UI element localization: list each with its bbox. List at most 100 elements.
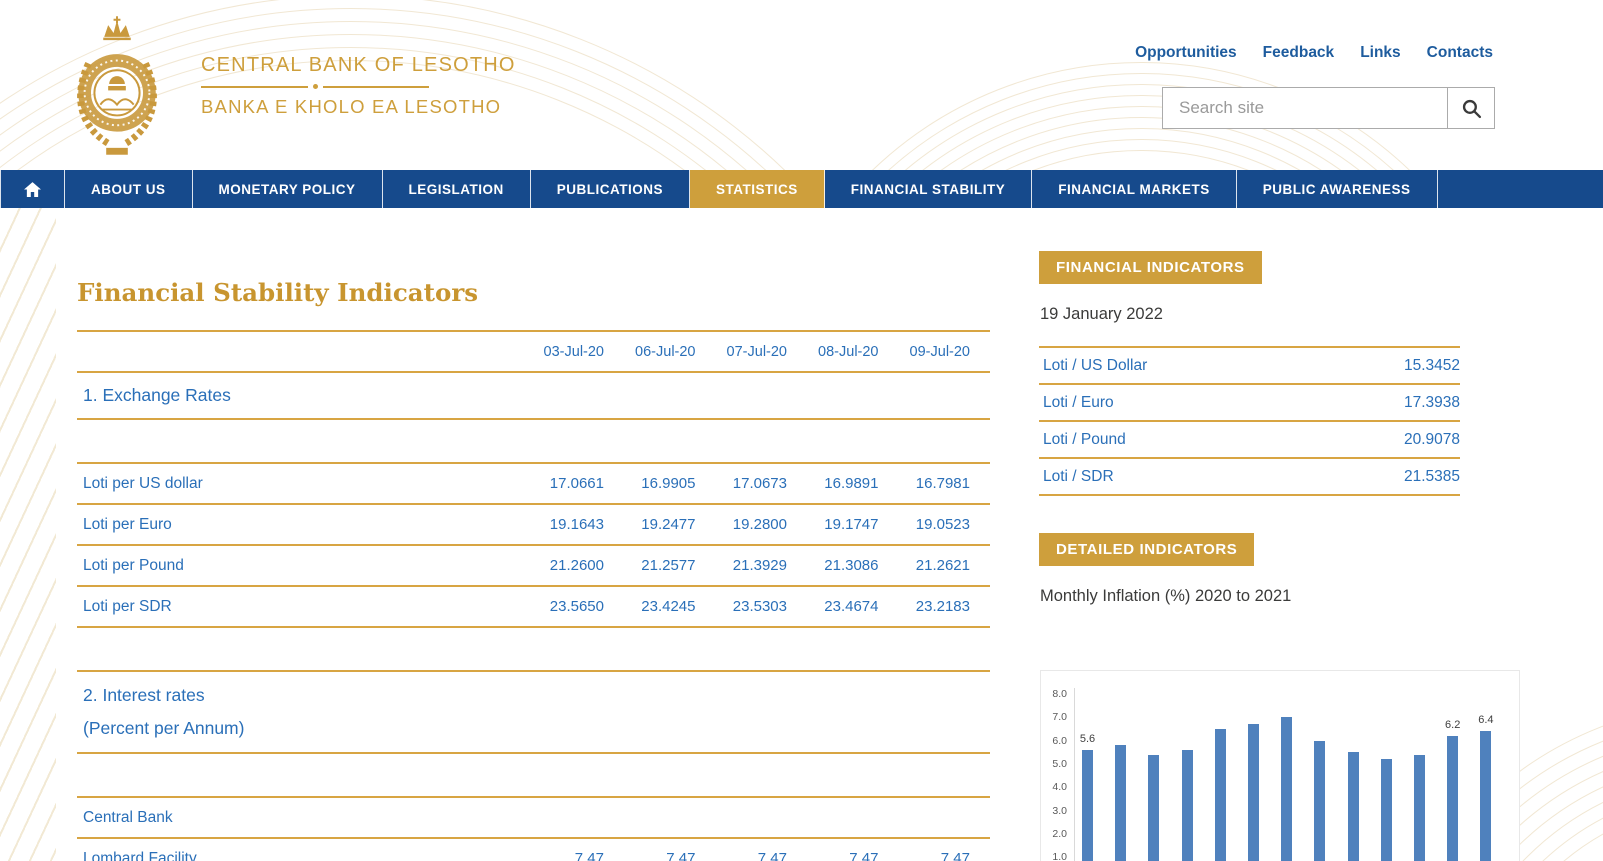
quick-link-feedback[interactable]: Feedback [1263, 44, 1335, 62]
section-heading: (Percent per Annum) [77, 712, 990, 745]
brand-wordmark: CENTRAL BANK OF LESOTHO BANKA E KHOLO EA… [201, 54, 516, 118]
financial-stability-table: 03-Jul-2006-Jul-2007-Jul-2008-Jul-2009-J… [77, 330, 990, 861]
inflation-bar [1281, 717, 1292, 861]
cell-value: 16.7981 [879, 475, 971, 492]
chart-title: Monthly Inflation (%) 2020 to 2021 [1040, 587, 1291, 606]
cell-value: 19.1747 [787, 516, 879, 533]
cell-value: 7.47 [696, 850, 788, 861]
cell-value: 19.2477 [604, 516, 696, 533]
inflation-bar [1215, 729, 1226, 861]
quick-link-links[interactable]: Links [1360, 44, 1400, 62]
cell-value: 23.4674 [787, 598, 879, 615]
row-label: Lombard Facility [77, 850, 513, 861]
nav-item-public-awareness[interactable]: PUBLIC AWARENESS [1237, 170, 1438, 208]
inflation-bar [1082, 750, 1093, 861]
cell-value: 19.0523 [879, 516, 971, 533]
rate-value: 17.3938 [1404, 394, 1460, 412]
nav-item-publications[interactable]: PUBLICATIONS [531, 170, 690, 208]
cell-value: 19.2800 [696, 516, 788, 533]
table-row-head: 03-Jul-2006-Jul-2007-Jul-2008-Jul-2009-J… [77, 330, 990, 371]
cell-value: 17.0661 [513, 475, 605, 492]
table-row-section: 1. Exchange Rates [77, 371, 990, 418]
cell-value: 23.4245 [604, 598, 696, 615]
cell-value: 17.0673 [696, 475, 788, 492]
cell-value: 23.5650 [513, 598, 605, 615]
rate-link[interactable]: Loti / US Dollar [1039, 357, 1404, 375]
inflation-bar [1148, 755, 1159, 861]
y-tick-label: 7.0 [1041, 711, 1067, 723]
cell-value: 21.3086 [787, 557, 879, 574]
y-tick-label: 5.0 [1041, 758, 1067, 770]
page-title: Financial Stability Indicators [77, 278, 478, 307]
bank-logo[interactable]: CENTRAL BANK OF LESOTHO BANKA E KHOLO EA… [63, 12, 516, 160]
search-box [1162, 87, 1495, 129]
subsection-label: Central Bank [77, 809, 990, 827]
row-label: Loti per Pound [77, 557, 513, 575]
main-nav: ABOUT USMONETARY POLICYLEGISLATIONPUBLIC… [0, 170, 1603, 208]
bank-emblem [63, 12, 171, 160]
nav-item-financial-stability[interactable]: FINANCIAL STABILITY [825, 170, 1033, 208]
bar-value-label: 5.6 [1080, 733, 1095, 745]
cell-value: 16.9905 [604, 475, 696, 492]
rate-link[interactable]: Loti / SDR [1039, 468, 1404, 486]
rate-row-loti-us-dollar: Loti / US Dollar15.3452 [1039, 346, 1460, 383]
nav-item-legislation[interactable]: LEGISLATION [383, 170, 531, 208]
table-row-section2: 2. Interest rates(Percent per Annum) [77, 670, 990, 752]
inflation-bar [1182, 750, 1193, 861]
cell-value: 21.2577 [604, 557, 696, 574]
cell-value: 19.1643 [513, 516, 605, 533]
table-row-blank [77, 752, 990, 796]
inflation-bar [1414, 755, 1425, 861]
rate-row-loti-sdr: Loti / SDR21.5385 [1039, 457, 1460, 496]
nav-item-home[interactable] [0, 170, 65, 208]
date-column-header: 07-Jul-20 [696, 344, 788, 360]
bar-value-label: 6.2 [1445, 719, 1460, 731]
y-tick-label: 8.0 [1041, 688, 1067, 700]
detailed-indicators-heading: DETAILED INDICATORS [1039, 533, 1254, 566]
rate-value: 21.5385 [1404, 468, 1460, 486]
rate-link[interactable]: Loti / Euro [1039, 394, 1404, 412]
quick-link-opportunities[interactable]: Opportunities [1135, 44, 1237, 62]
cell-value: 21.2621 [879, 557, 971, 574]
table-row-blank [77, 418, 990, 462]
site-header: CENTRAL BANK OF LESOTHO BANKA E KHOLO EA… [0, 0, 1603, 170]
rate-row-loti-euro: Loti / Euro17.3938 [1039, 383, 1460, 420]
inflation-bar [1314, 741, 1325, 861]
brand-name-en: CENTRAL BANK OF LESOTHO [201, 54, 516, 77]
cell-value: 7.47 [787, 850, 879, 861]
cell-value: 7.47 [513, 850, 605, 861]
table-row-loti-per-sdr: Loti per SDR23.565023.424523.530323.4674… [77, 585, 990, 626]
nav-item-monetary-policy[interactable]: MONETARY POLICY [193, 170, 383, 208]
home-icon [24, 182, 41, 197]
rate-value: 20.9078 [1404, 431, 1460, 449]
cell-value: 23.2183 [879, 598, 971, 615]
nav-item-statistics[interactable]: STATISTICS [690, 170, 825, 208]
y-tick-label: 3.0 [1041, 805, 1067, 817]
quick-link-contacts[interactable]: Contacts [1427, 44, 1493, 62]
nav-item-financial-markets[interactable]: FINANCIAL MARKETS [1032, 170, 1237, 208]
exchange-rates-summary: Loti / US Dollar15.3452Loti / Euro17.393… [1039, 346, 1460, 496]
date-column-header: 06-Jul-20 [604, 344, 696, 360]
brand-divider [201, 84, 429, 89]
y-axis-line [1074, 688, 1075, 861]
table-row-loti-per-us-dollar: Loti per US dollar17.066116.990517.06731… [77, 462, 990, 503]
brand-name-sesotho: BANKA E KHOLO EA LESOTHO [201, 96, 516, 118]
search-icon [1461, 98, 1482, 119]
inflation-bar [1115, 745, 1126, 861]
search-button[interactable] [1447, 88, 1494, 128]
cell-value: 21.3929 [696, 557, 788, 574]
inflation-bar [1480, 731, 1491, 861]
section-heading: 1. Exchange Rates [77, 379, 231, 412]
cell-value: 21.2600 [513, 557, 605, 574]
table-row-loti-per-pound: Loti per Pound21.260021.257721.392921.30… [77, 544, 990, 585]
decorative-hatch [0, 208, 56, 861]
inflation-bar [1248, 724, 1259, 861]
nav-item-about-us[interactable]: ABOUT US [65, 170, 193, 208]
inflation-bar [1381, 759, 1392, 861]
inflation-bar [1348, 752, 1359, 861]
table-row-lombard-facility: Lombard Facility7.477.477.477.477.47 [77, 837, 990, 861]
search-input[interactable] [1163, 88, 1447, 128]
cell-value: 7.47 [604, 850, 696, 861]
rate-row-loti-pound: Loti / Pound20.9078 [1039, 420, 1460, 457]
rate-link[interactable]: Loti / Pound [1039, 431, 1404, 449]
